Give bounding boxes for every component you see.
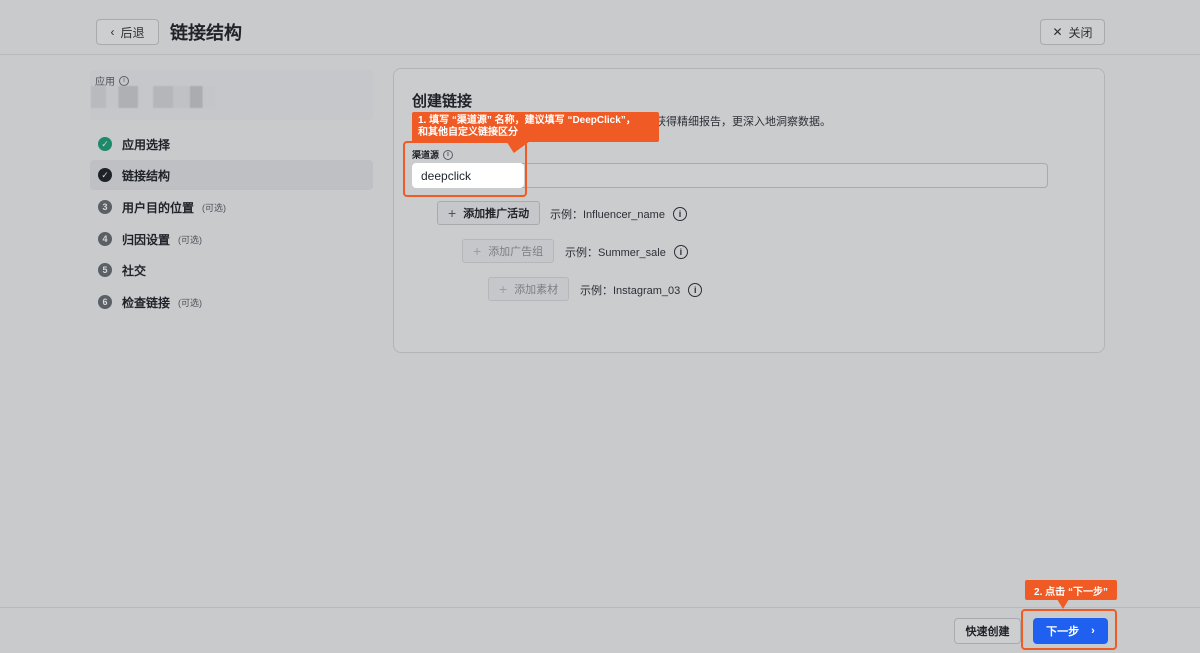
info-icon[interactable]: i bbox=[672, 207, 687, 221]
step-attribution[interactable]: 4 归因设置 (可选) bbox=[90, 224, 373, 254]
step-number: 5 bbox=[98, 263, 112, 277]
back-button[interactable]: ‹ 后退 bbox=[96, 19, 159, 45]
callout-step2-pointer bbox=[1057, 599, 1069, 609]
info-icon[interactable]: i bbox=[673, 245, 688, 259]
step-label: 归因设置 bbox=[122, 232, 171, 247]
creative-example-text: 示例：Instagram_03 bbox=[580, 285, 681, 297]
card-description: 获得精细报告，更深入地洞察数据。 bbox=[655, 116, 831, 128]
add-adgroup-label: 添加广告组 bbox=[488, 246, 544, 258]
close-button-label: 关闭 bbox=[1068, 25, 1093, 40]
card-title: 创建链接 bbox=[412, 93, 473, 110]
step-optional: (可选) bbox=[178, 234, 203, 245]
step-social[interactable]: 5 社交 bbox=[90, 255, 373, 285]
add-creative-button[interactable]: + 添加素材 bbox=[488, 277, 570, 301]
highlight-next bbox=[1021, 609, 1117, 650]
campaign-example: 示例：Influencer_name i bbox=[550, 206, 687, 222]
step-label: 社交 bbox=[122, 263, 147, 278]
step-user-destination[interactable]: 3 用户目的位置 (可选) bbox=[90, 192, 373, 222]
adgroup-example-text: 示例：Summer_sale bbox=[565, 247, 666, 259]
step-label: 用户目的位置 bbox=[122, 200, 195, 215]
close-icon: ✕ bbox=[1052, 25, 1063, 39]
callout-step1-line1: 1. 填写 “渠道源” 名称，建议填写 “DeepClick”， bbox=[418, 115, 636, 126]
step-app-selection[interactable]: ✓ 应用选择 bbox=[90, 129, 373, 159]
chevron-left-icon: ‹ bbox=[110, 25, 115, 39]
step-number: 3 bbox=[98, 200, 112, 214]
back-button-label: 后退 bbox=[120, 25, 145, 40]
page-title: 链接结构 bbox=[170, 23, 242, 43]
info-icon[interactable]: i bbox=[688, 283, 703, 297]
callout-step1: 1. 填写 “渠道源” 名称，建议填写 “DeepClick”， 和其他自定义链… bbox=[412, 112, 659, 142]
header-bar: ‹ 后退 链接结构 ✕ 关闭 bbox=[0, 0, 1200, 55]
step-number: 4 bbox=[98, 232, 112, 246]
step-optional: (可选) bbox=[202, 202, 227, 213]
callout-step1-line2: 和其他自定义链接区分 bbox=[418, 127, 518, 138]
step-review-link[interactable]: 6 检查链接 (可选) bbox=[90, 287, 373, 317]
quick-create-button[interactable]: 快速创建 bbox=[954, 618, 1021, 644]
check-circle-icon: ✓ bbox=[98, 168, 112, 182]
close-button[interactable]: ✕ 关闭 bbox=[1040, 19, 1105, 45]
step-link-structure[interactable]: ✓ 链接结构 bbox=[90, 160, 373, 190]
app-name-blurred bbox=[91, 86, 215, 108]
plus-icon: + bbox=[473, 243, 482, 259]
add-adgroup-button[interactable]: + 添加广告组 bbox=[462, 239, 555, 263]
callout-step2: 2. 点击 “下一步” bbox=[1025, 580, 1117, 600]
step-number: 6 bbox=[98, 295, 112, 309]
footer-divider bbox=[0, 607, 1200, 608]
campaign-example-text: 示例：Influencer_name bbox=[550, 209, 665, 221]
check-circle-icon: ✓ bbox=[98, 137, 112, 151]
creative-example: 示例：Instagram_03 i bbox=[580, 282, 703, 298]
add-campaign-button[interactable]: + 添加推广活动 bbox=[437, 201, 541, 225]
step-label: 检查链接 bbox=[122, 295, 171, 310]
step-label: 链接结构 bbox=[122, 168, 171, 183]
step-label: 应用选择 bbox=[122, 137, 171, 152]
adgroup-example: 示例：Summer_sale i bbox=[565, 244, 688, 260]
callout-step1-pointer bbox=[501, 141, 531, 153]
info-icon[interactable]: i bbox=[119, 75, 129, 86]
add-campaign-label: 添加推广活动 bbox=[463, 208, 530, 220]
add-creative-label: 添加素材 bbox=[514, 284, 559, 296]
step-optional: (可选) bbox=[178, 297, 203, 308]
plus-icon: + bbox=[499, 281, 508, 297]
plus-icon: + bbox=[448, 205, 457, 221]
